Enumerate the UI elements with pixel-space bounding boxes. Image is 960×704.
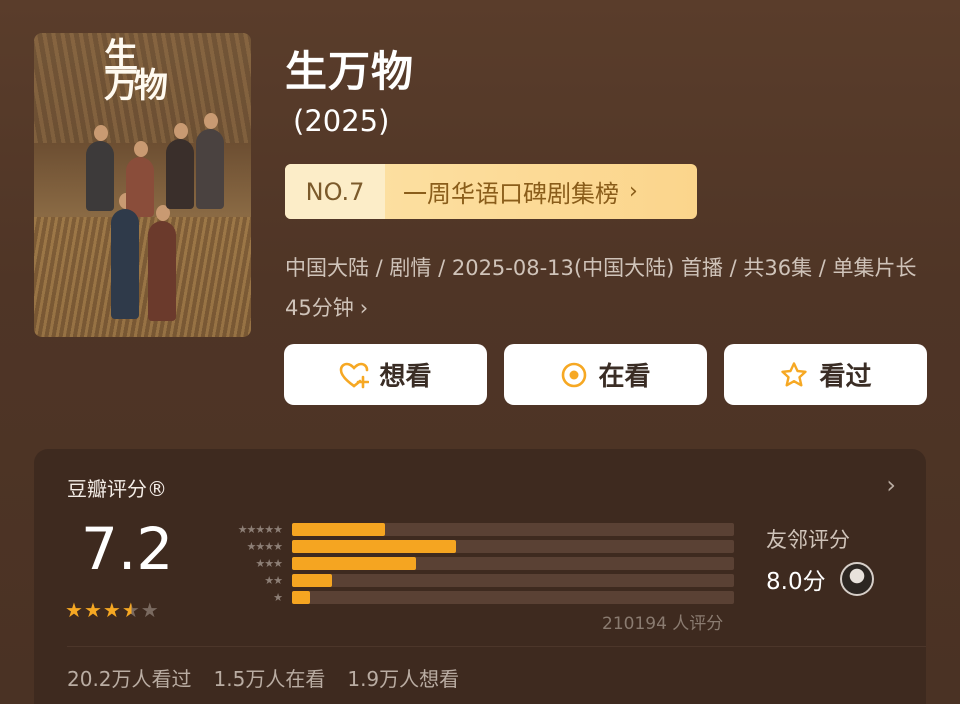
poster-figure	[148, 221, 176, 321]
poster-figure	[126, 157, 154, 217]
ranking-number: NO.7	[285, 164, 385, 219]
rating-score: 7.2	[81, 515, 174, 583]
poster-logo: 生万物	[104, 36, 168, 106]
friend-rating-score: 8.0分	[766, 569, 826, 595]
divider	[67, 646, 926, 647]
show-info[interactable]: 中国大陆 / 剧情 / 2025-08-13(中国大陆) 首播 / 共36集 /…	[285, 248, 930, 328]
rating-bar-track	[292, 557, 734, 570]
rating-count: 210194 人评分	[602, 614, 724, 634]
rating-bar-fill	[292, 574, 332, 587]
rating-bar-fill	[292, 523, 385, 536]
poster-wheat-field	[34, 217, 251, 337]
ranking-list-label: 一周华语口碑剧集榜	[403, 180, 619, 208]
rating-bar-fill	[292, 540, 456, 553]
poster-figure	[196, 129, 224, 209]
chevron-right-icon[interactable]: ›	[886, 471, 896, 499]
chevron-right-icon: ›	[359, 296, 369, 320]
poster-figure	[94, 125, 108, 141]
rating-bar-track	[292, 523, 734, 536]
want-to-watch-button[interactable]: 想看	[284, 344, 487, 405]
show-info-text: 中国大陆 / 剧情 / 2025-08-13(中国大陆) 首播 / 共36集 /…	[285, 256, 917, 320]
rating-bar-fill	[292, 557, 416, 570]
heart-plus-icon	[340, 362, 370, 388]
friend-rating[interactable]: 8.0分	[766, 562, 874, 596]
watched-count: 20.2万人看过	[67, 667, 192, 691]
poster-figure	[204, 113, 218, 129]
star-filled-icon: ★	[83, 598, 103, 622]
poster-figure	[86, 141, 114, 211]
ranking-badge[interactable]: NO.7 一周华语口碑剧集榜 ›	[285, 164, 697, 219]
rating-bar-row: ★★★	[202, 555, 734, 572]
star-level-icon: ★	[273, 591, 283, 604]
star-level-icon: ★★★★	[246, 540, 283, 553]
chevron-right-icon: ›	[629, 179, 638, 204]
star-level-icon: ★★★★★	[237, 523, 283, 536]
watching-button[interactable]: 在看	[504, 344, 707, 405]
ranking-list-name: 一周华语口碑剧集榜 ›	[385, 164, 697, 219]
poster-figure	[111, 209, 139, 319]
friend-rating-label: 友邻评分	[766, 528, 850, 552]
rating-card[interactable]: 豆瓣评分® › 7.2 ★★★★★ ★★★★★ ★★★★ ★★★ ★★ ★ 210194…	[34, 449, 926, 704]
watching-count: 1.5万人在看	[213, 667, 326, 691]
want-label: 想看	[379, 362, 432, 392]
rating-bar-track	[292, 540, 734, 553]
star-filled-icon: ★	[102, 598, 122, 622]
star-half-icon: ★	[121, 598, 141, 622]
poster-figure	[166, 139, 194, 209]
rating-bar-row: ★★	[202, 572, 734, 589]
poster-figure	[134, 141, 148, 157]
release-year: (2025)	[293, 104, 390, 138]
avatar[interactable]	[839, 562, 874, 596]
rating-bar-fill	[292, 591, 310, 604]
page-title: 生万物	[285, 47, 415, 96]
rating-stars: ★★★★★	[65, 598, 160, 622]
star-empty-icon: ★	[140, 598, 160, 622]
poster-figure	[174, 123, 188, 139]
rating-bar-row: ★★★★	[202, 538, 734, 555]
star-outline-icon	[781, 361, 808, 386]
star-level-icon: ★★★	[255, 557, 283, 570]
rating-bar-track	[292, 574, 734, 587]
target-circle-icon	[562, 362, 587, 387]
watch-stats: 20.2万人看过 1.5万人在看 1.9万人想看	[67, 663, 481, 692]
star-level-icon: ★★	[264, 574, 283, 587]
rating-bar-row: ★★★★★	[202, 521, 734, 538]
watched-button[interactable]: 看过	[724, 344, 927, 405]
star-filled-icon: ★	[65, 598, 84, 622]
rating-label: 豆瓣评分®	[67, 477, 167, 501]
rating-bar-track	[292, 591, 734, 604]
watching-label: 在看	[598, 362, 651, 392]
rating-bar-row: ★	[202, 589, 734, 606]
want-count: 1.9万人想看	[347, 667, 460, 691]
watched-label: 看过	[819, 362, 872, 392]
poster-image[interactable]: 生万物	[34, 33, 251, 337]
rating-distribution: ★★★★★ ★★★★ ★★★ ★★ ★	[202, 521, 734, 606]
